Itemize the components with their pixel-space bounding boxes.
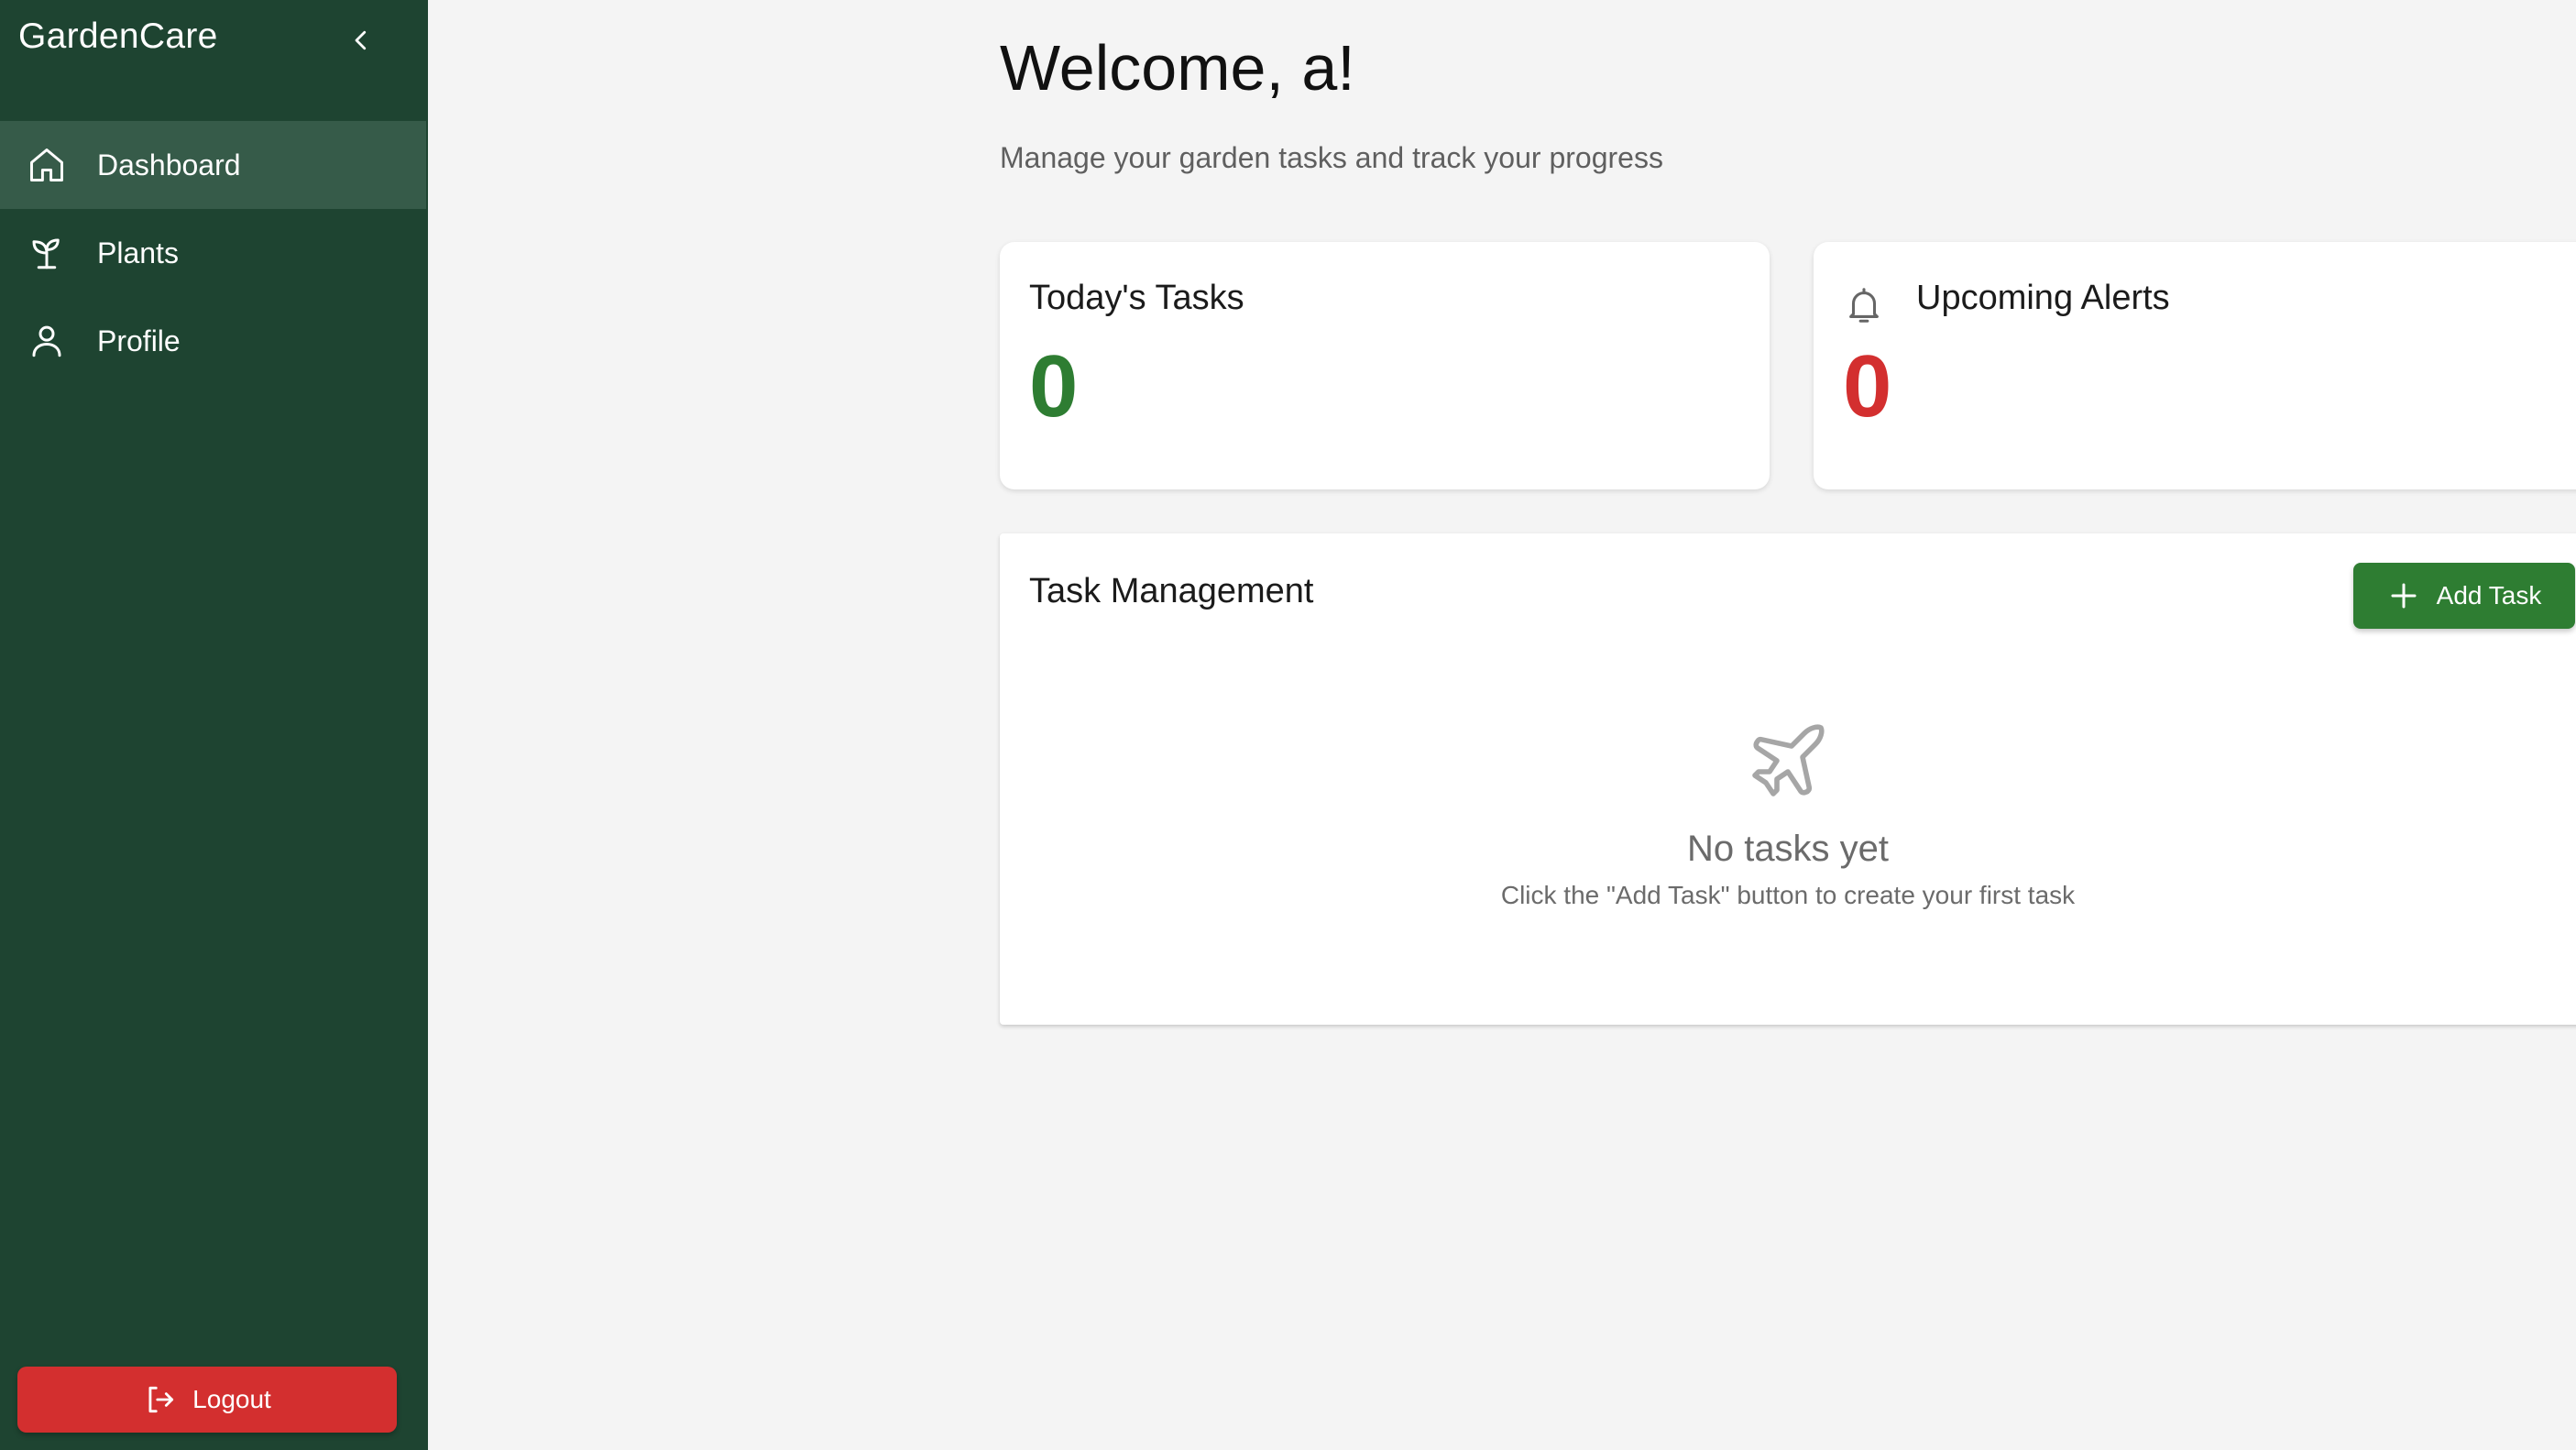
app-brand: GardenCare — [18, 16, 218, 56]
bell-icon — [1843, 284, 1885, 326]
chevron-left-icon — [355, 30, 367, 50]
sidebar-item-label: Profile — [97, 324, 181, 357]
main-content: Welcome, a! Manage your garden tasks and… — [428, 0, 2576, 1450]
page-title: Welcome, a! — [1000, 32, 1355, 104]
collapse-sidebar-button[interactable] — [339, 18, 383, 62]
upcoming-alerts-title: Upcoming Alerts — [1916, 279, 2170, 317]
plus-icon — [2387, 579, 2420, 612]
page-subtitle: Manage your garden tasks and track your … — [1000, 141, 1663, 174]
empty-state-title: No tasks yet — [1686, 829, 1890, 869]
logout-button[interactable]: Logout — [17, 1367, 397, 1433]
sidebar-nav: Dashboard Plants Profile — [0, 121, 426, 385]
sidebar-item-label: Dashboard — [97, 148, 241, 181]
todays-tasks-card: Today's Tasks 0 — [1000, 242, 1770, 489]
sidebar: GardenCare Dashboard Plants Profile Logo — [0, 0, 428, 1450]
logout-icon — [143, 1382, 178, 1417]
upcoming-alerts-count: 0 — [1843, 337, 1892, 435]
sidebar-item-label: Plants — [97, 236, 179, 269]
sprout-icon — [26, 232, 68, 274]
task-management-panel: Task Management Add Task No tasks yet Cl… — [1000, 533, 2576, 1025]
empty-state-hint: Click the "Add Task" button to create yo… — [1500, 881, 2076, 909]
add-task-label: Add Task — [2436, 581, 2542, 610]
todays-tasks-title: Today's Tasks — [1029, 279, 1244, 317]
sidebar-item-plants[interactable]: Plants — [0, 209, 426, 297]
home-icon — [26, 144, 68, 186]
task-management-title: Task Management — [1029, 572, 1314, 610]
upcoming-alerts-card: Upcoming Alerts 0 — [1814, 242, 2576, 489]
todays-tasks-count: 0 — [1029, 337, 1079, 435]
empty-state: No tasks yet Click the "Add Task" button… — [1000, 717, 2576, 910]
sidebar-item-profile[interactable]: Profile — [0, 297, 426, 385]
add-task-button[interactable]: Add Task — [2353, 563, 2575, 629]
airplane-icon — [1744, 717, 1832, 805]
logout-label: Logout — [192, 1385, 271, 1413]
user-icon — [26, 320, 68, 362]
sidebar-item-dashboard[interactable]: Dashboard — [0, 121, 426, 209]
